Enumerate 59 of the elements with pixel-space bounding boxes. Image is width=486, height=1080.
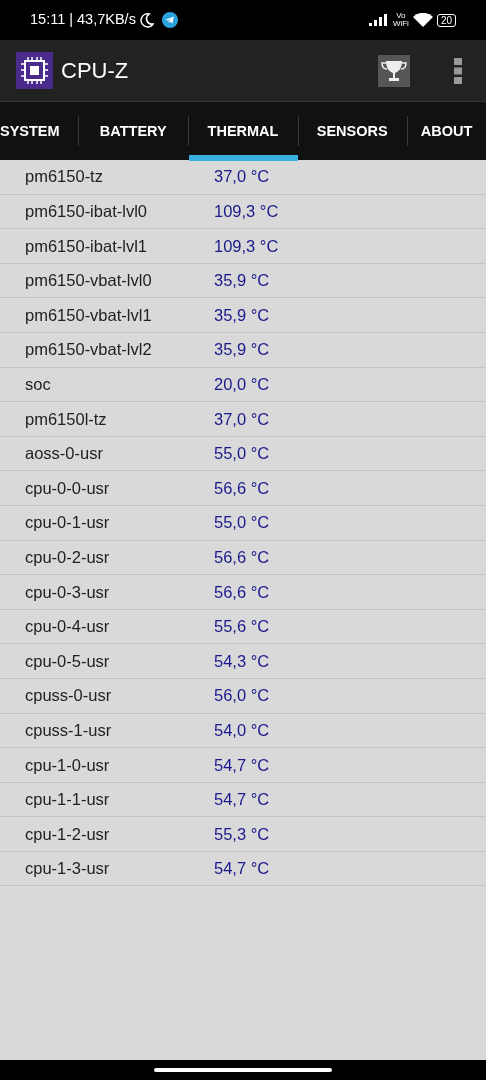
signal-icon: [368, 14, 389, 26]
battery-icon: 20: [436, 13, 456, 27]
temperature-value: 55,0 °C: [214, 512, 270, 534]
temperature-value: 56,6 °C: [214, 477, 270, 499]
sensor-name: cpu-0-5-usr: [24, 650, 111, 672]
sensor-name: cpu-1-1-usr: [24, 789, 111, 811]
sensor-name: pm6150-vbat-lvl2: [24, 339, 153, 361]
temperature-value: 54,0 °C: [214, 719, 270, 741]
sensor-name: pm6150-tz: [24, 166, 104, 188]
sensor-name: pm6150-ibat-lvl0: [24, 201, 148, 222]
temperature-value: 55,6 °C: [214, 616, 270, 638]
wifi-icon: [412, 12, 433, 28]
tab[interactable]: ABOUT: [407, 102, 486, 161]
temperature-value: 35,9 °C: [214, 270, 270, 292]
sensor-name: cpu-1-0-usr: [24, 754, 111, 776]
temperature-value: 109,3 °C: [214, 201, 279, 222]
tab[interactable]: THERMAL: [188, 102, 298, 161]
chip-icon: [16, 52, 53, 89]
temperature-value: 54,7 °C: [214, 789, 270, 811]
sensor-name: pm6150-vbat-lvl0: [24, 270, 153, 292]
vowifi-label: Vo: [395, 12, 407, 20]
paper-plane-icon: [161, 12, 178, 28]
sensor-name: cpu-1-3-usr: [24, 858, 111, 880]
trophy-icon[interactable]: [378, 54, 410, 87]
temperature-value: 20,0 °C: [214, 374, 270, 395]
temperature-value: 56,6 °C: [214, 546, 270, 568]
temperature-value: 35,9 °C: [214, 339, 270, 361]
app-title: CPU-Z: [61, 57, 129, 85]
sensor-name: cpu-0-1-usr: [24, 512, 111, 534]
tab[interactable]: SYSTEM: [0, 102, 78, 161]
sensor-name: soc: [24, 374, 52, 395]
temperature-value: 37,0 °C: [214, 166, 270, 188]
sensor-name: cpuss-1-usr: [24, 719, 113, 741]
sensor-name: cpu-0-3-usr: [24, 581, 111, 603]
menu-icon[interactable]: [454, 57, 462, 84]
tab[interactable]: SENSORS: [297, 102, 407, 161]
temperature-value: 35,9 °C: [214, 304, 270, 326]
sensor-name: pm6150-ibat-lvl1: [24, 235, 148, 257]
sensor-name: cpu-0-2-usr: [24, 546, 111, 568]
sensor-name: cpu-0-4-usr: [24, 616, 111, 638]
status-time: 15:11 | 43,7KB/s: [30, 10, 136, 30]
temperature-value: 55,0 °C: [214, 443, 270, 465]
temperature-value: 37,0 °C: [214, 408, 270, 430]
temperature-value: 54,7 °C: [214, 754, 270, 776]
temperature-value: 109,3 °C: [214, 235, 279, 257]
temperature-value: 56,6 °C: [214, 581, 270, 603]
temperature-value: 54,7 °C: [214, 858, 270, 880]
tab[interactable]: BATTERY: [78, 102, 189, 161]
sensor-name: cpuss-0-usr: [24, 685, 113, 707]
vowifi-label: WiFi: [392, 20, 409, 28]
sensor-name: cpu-0-0-usr: [24, 477, 111, 499]
moon-icon: [139, 12, 154, 28]
sensor-name: aoss-0-usr: [24, 443, 104, 465]
temperature-value: 56,0 °C: [214, 685, 270, 707]
temperature-value: 55,3 °C: [214, 823, 270, 845]
sensor-name: pm6150-vbat-lvl1: [24, 304, 153, 326]
temperature-value: 54,3 °C: [214, 650, 270, 672]
sensor-name: cpu-1-2-usr: [24, 823, 111, 845]
sensor-name: pm6150l-tz: [24, 408, 108, 430]
